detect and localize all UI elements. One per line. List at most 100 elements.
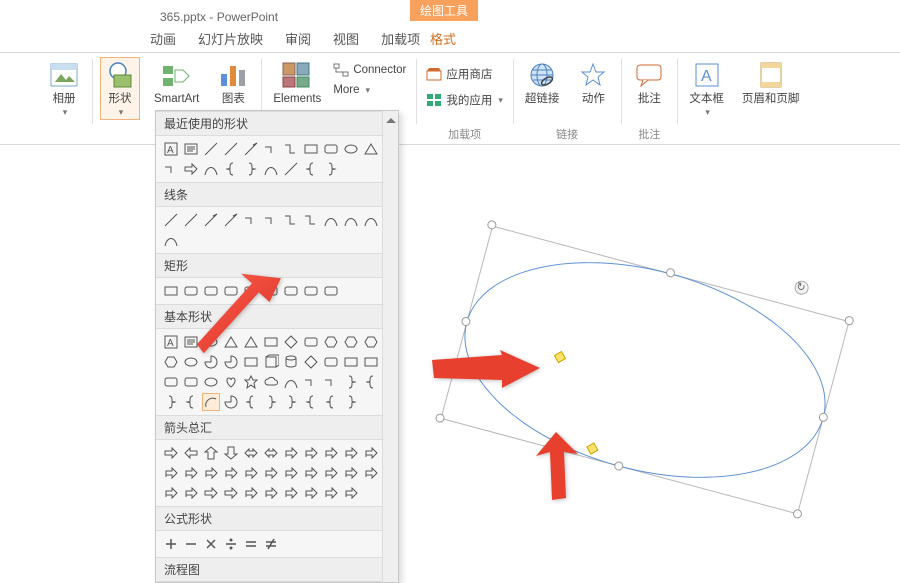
action-button[interactable]: 动作	[573, 57, 613, 108]
my-apps-button[interactable]: 我的应用 ▾	[424, 91, 505, 109]
shape-bend[interactable]	[182, 484, 200, 502]
shape-elbow[interactable]	[322, 373, 340, 391]
shape-hex[interactable]	[162, 353, 180, 371]
shape-rbrace[interactable]	[262, 393, 280, 411]
shape-line[interactable]	[202, 140, 220, 158]
shape-neq[interactable]	[262, 535, 280, 553]
shape-bend[interactable]	[342, 484, 360, 502]
shape-lbrace[interactable]	[182, 393, 200, 411]
shape-elbow[interactable]	[262, 140, 280, 158]
shape-bcurve[interactable]	[202, 160, 220, 178]
shape-rect[interactable]	[362, 353, 380, 371]
shape-rbrace[interactable]	[322, 160, 340, 178]
shape-line[interactable]	[282, 160, 300, 178]
shape-txth[interactable]	[182, 140, 200, 158]
shape-bend[interactable]	[342, 444, 360, 462]
shape-mult[interactable]	[202, 535, 220, 553]
shape-pie[interactable]	[222, 393, 240, 411]
shape-bend[interactable]	[302, 484, 320, 502]
shape-conn[interactable]	[282, 211, 300, 229]
shape-uarrow[interactable]	[202, 444, 220, 462]
hyperlink-button[interactable]: 超链接	[521, 57, 564, 108]
shape-rarrow[interactable]	[202, 484, 220, 502]
shape-hex[interactable]	[342, 333, 360, 351]
shape-rbrace[interactable]	[162, 393, 180, 411]
shape-arrowline[interactable]	[202, 211, 220, 229]
shape-lrarrow[interactable]	[242, 444, 260, 462]
album-button[interactable]: 相册 ▾	[44, 57, 84, 120]
shape-bend[interactable]	[302, 464, 320, 482]
shape-lbrace[interactable]	[222, 160, 240, 178]
shape-elbow[interactable]	[262, 211, 280, 229]
shape-div[interactable]	[222, 535, 240, 553]
shape-rrect[interactable]	[302, 282, 320, 300]
shape-rarrow[interactable]	[182, 160, 200, 178]
shape-rbrace[interactable]	[342, 393, 360, 411]
shape-rrect[interactable]	[322, 353, 340, 371]
shape-larrow[interactable]	[182, 444, 200, 462]
shapes-button[interactable]: 形状 ▾	[100, 57, 140, 120]
resize-handle-se[interactable]	[792, 508, 803, 519]
shape-rbrace[interactable]	[282, 393, 300, 411]
shape-bend[interactable]	[162, 484, 180, 502]
shape-bcurve[interactable]	[282, 373, 300, 391]
app-store-button[interactable]: 应用商店	[424, 65, 505, 83]
shape-lbrace[interactable]	[302, 160, 320, 178]
shape-lrarrow[interactable]	[262, 444, 280, 462]
shape-bend[interactable]	[222, 464, 240, 482]
panel-scrollbar[interactable]	[382, 111, 398, 582]
shape-tri[interactable]	[362, 140, 380, 158]
shape-cloud[interactable]	[262, 373, 280, 391]
shape-rrect[interactable]	[302, 333, 320, 351]
shape-bend[interactable]	[342, 464, 360, 482]
shape-arc[interactable]	[202, 393, 220, 411]
shape-bend[interactable]	[242, 484, 260, 502]
tab-addins[interactable]: 加载项	[381, 29, 420, 48]
shape-bend[interactable]	[282, 444, 300, 462]
shape-bcurve[interactable]	[362, 211, 380, 229]
shape-bend[interactable]	[282, 484, 300, 502]
tab-slideshow[interactable]: 幻灯片放映	[198, 29, 263, 48]
comment-button[interactable]: 批注	[629, 57, 669, 108]
shape-lbrace[interactable]	[362, 373, 380, 391]
shape-arrowline[interactable]	[242, 140, 260, 158]
shape-conn[interactable]	[282, 140, 300, 158]
header-footer-button[interactable]: 页眉和页脚	[738, 57, 804, 108]
shape-bend[interactable]	[162, 464, 180, 482]
shape-bend[interactable]	[322, 484, 340, 502]
shape-rarrow[interactable]	[222, 484, 240, 502]
smartart-button[interactable]: SmartArt	[150, 57, 203, 108]
shape-lbrace[interactable]	[302, 393, 320, 411]
shape-hex[interactable]	[322, 333, 340, 351]
shape-line[interactable]	[162, 211, 180, 229]
tab-format[interactable]: 格式	[430, 29, 456, 48]
shape-bcurve[interactable]	[262, 160, 280, 178]
shape-bend[interactable]	[362, 464, 380, 482]
shape-bend[interactable]	[302, 444, 320, 462]
shape-txtv[interactable]: A	[162, 140, 180, 158]
shape-line[interactable]	[222, 140, 240, 158]
shape-oval[interactable]	[202, 373, 220, 391]
shape-elbow[interactable]	[162, 160, 180, 178]
shape-rrect[interactable]	[182, 373, 200, 391]
shape-rect[interactable]	[162, 282, 180, 300]
shape-rrect[interactable]	[322, 140, 340, 158]
shape-darrow[interactable]	[222, 444, 240, 462]
shape-diamond[interactable]	[302, 353, 320, 371]
shape-rect[interactable]	[342, 353, 360, 371]
shape-elbow[interactable]	[242, 211, 260, 229]
shape-bcurve[interactable]	[162, 231, 180, 249]
shape-bend[interactable]	[242, 464, 260, 482]
shape-rrect[interactable]	[322, 282, 340, 300]
shape-lbrace[interactable]	[322, 393, 340, 411]
more-button[interactable]: More ▾	[331, 83, 408, 97]
shape-rect[interactable]	[302, 140, 320, 158]
shape-bend[interactable]	[262, 464, 280, 482]
tab-view[interactable]: 视图	[333, 29, 359, 48]
shape-rbrace[interactable]	[242, 160, 260, 178]
shape-eq[interactable]	[242, 535, 260, 553]
shape-rbrace[interactable]	[342, 373, 360, 391]
shape-rarrow[interactable]	[162, 444, 180, 462]
rotate-handle[interactable]	[793, 279, 810, 296]
shape-rrect[interactable]	[162, 373, 180, 391]
